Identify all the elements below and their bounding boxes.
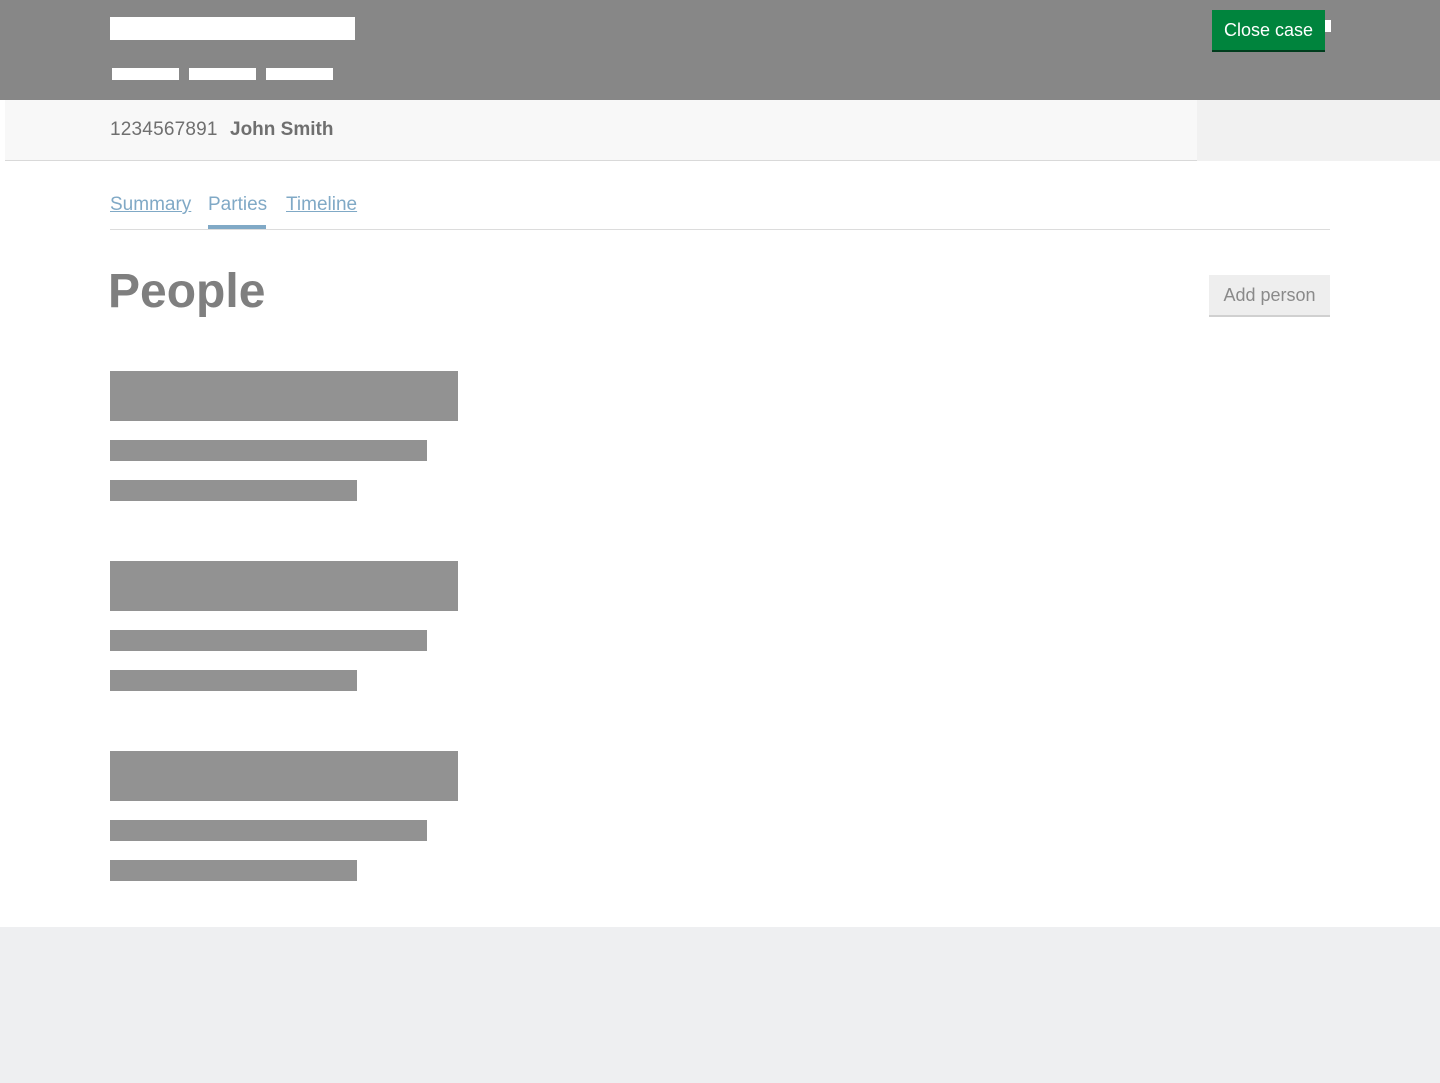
case-number: 1234567891	[110, 119, 218, 140]
skeleton-block	[110, 371, 458, 421]
case-person-name: John Smith	[230, 119, 334, 140]
person-card-skeleton	[110, 561, 458, 701]
nav-item-placeholder[interactable]	[112, 68, 179, 80]
add-person-button[interactable]: Add person	[1209, 275, 1330, 315]
skeleton-line	[110, 440, 427, 461]
skeleton-block	[110, 751, 458, 801]
tab-summary[interactable]: Summary	[110, 194, 191, 216]
nav-item-placeholder[interactable]	[189, 68, 256, 80]
logo-placeholder[interactable]	[110, 17, 355, 40]
active-tab-indicator	[208, 225, 266, 229]
skeleton-line	[110, 480, 357, 501]
skeleton-line	[110, 820, 427, 841]
tab-parties[interactable]: Parties	[208, 194, 267, 216]
nav-item-placeholder[interactable]	[266, 68, 333, 80]
case-bar: 1234567891 John Smith	[5, 100, 1440, 161]
case-tabs: Summary Parties Timeline	[110, 190, 1330, 230]
skeleton-line	[110, 630, 427, 651]
case-actions	[1197, 100, 1440, 161]
person-card-skeleton	[110, 371, 458, 511]
skeleton-line	[110, 670, 357, 691]
person-card-skeleton	[110, 751, 458, 891]
page-title: People	[108, 265, 266, 318]
skeleton-block	[110, 561, 458, 611]
skeleton-line	[110, 860, 357, 881]
page-footer	[0, 927, 1440, 1083]
close-case-button[interactable]: Close case	[1212, 10, 1325, 50]
tab-timeline[interactable]: Timeline	[286, 194, 357, 216]
